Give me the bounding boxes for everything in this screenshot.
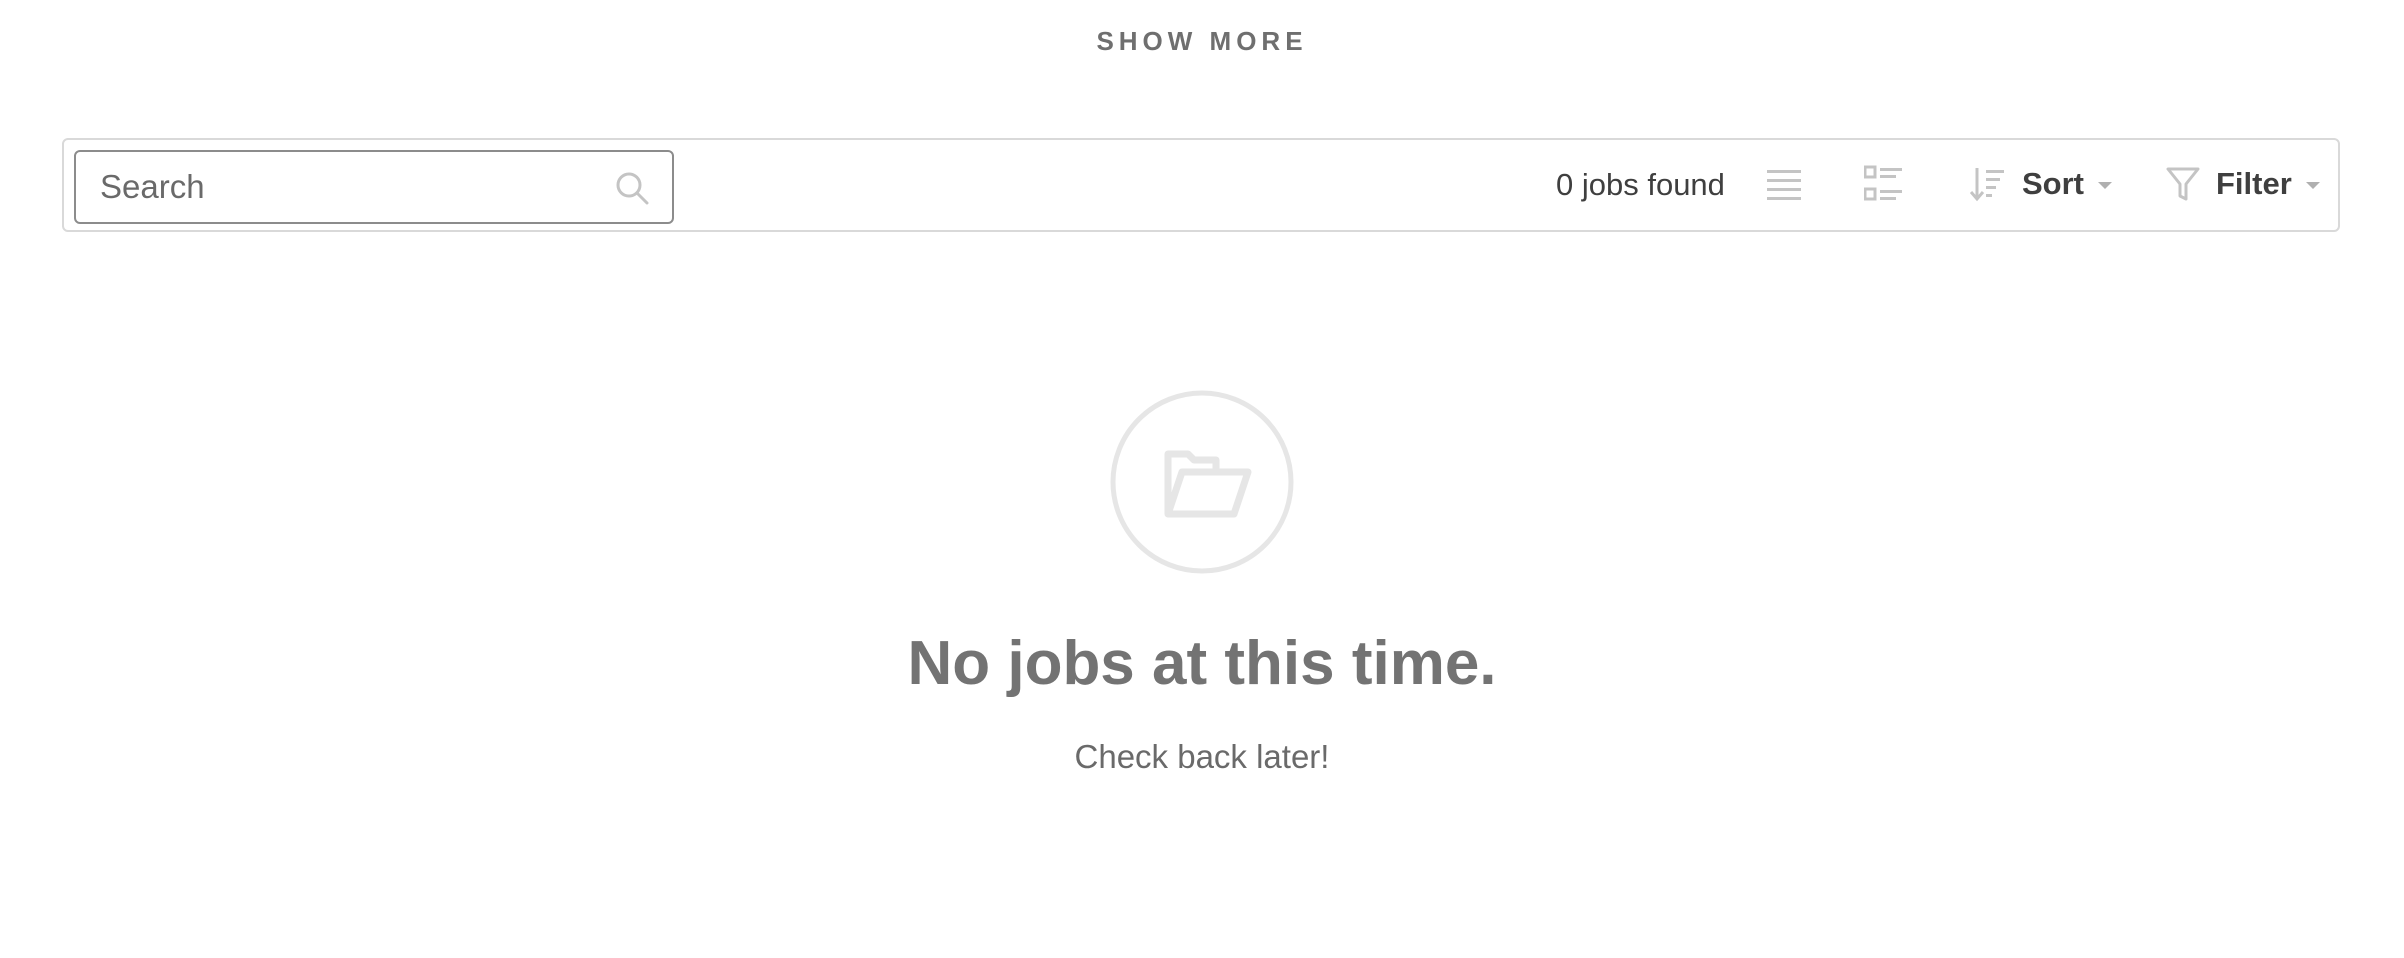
- empty-state-title: No jobs at this time.: [907, 629, 1497, 698]
- jobs-toolbar: 0 jobs found Sort: [62, 138, 2340, 232]
- filter-label: Filter: [2216, 166, 2292, 201]
- page: SHOW MORE 0 jobs found: [0, 0, 2404, 958]
- chevron-down-icon: [2098, 181, 2112, 189]
- filter-icon: [2166, 167, 2200, 201]
- empty-state-subtitle: Check back later!: [1074, 738, 1330, 775]
- show-more-button[interactable]: SHOW MORE: [0, 26, 2404, 57]
- folder-open-icon: [1110, 390, 1294, 574]
- search-input[interactable]: [76, 152, 672, 222]
- search-box: [74, 150, 674, 224]
- sort-icon: [1970, 168, 2004, 202]
- list-view-icon[interactable]: [1767, 166, 1803, 204]
- filter-button[interactable]: Filter: [2166, 162, 2320, 206]
- jobs-count: 0 jobs found: [1556, 167, 1725, 202]
- chevron-down-icon: [2305, 181, 2320, 189]
- sort-button[interactable]: Sort: [1970, 162, 2112, 206]
- sort-label: Sort: [2022, 166, 2084, 201]
- detail-view-icon[interactable]: [1864, 164, 1902, 204]
- search-icon[interactable]: [614, 170, 650, 206]
